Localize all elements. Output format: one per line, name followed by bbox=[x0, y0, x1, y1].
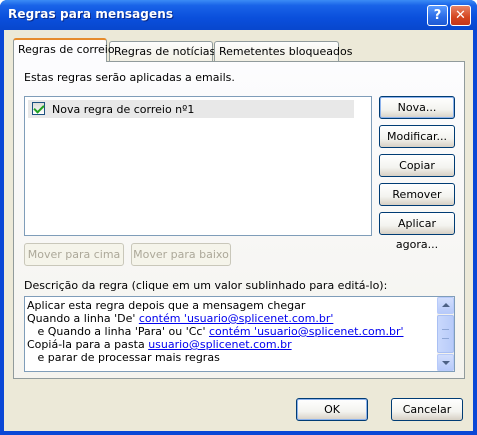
description-text: Quando a linha 'De' bbox=[27, 312, 139, 325]
to-cc-condition-link[interactable]: contém 'usuario@splicenet.com.br' bbox=[209, 325, 404, 338]
move-down-button[interactable]: Mover para baixo bbox=[131, 243, 231, 266]
description-line: Quando a linha 'De' contém 'usuario@spli… bbox=[27, 312, 333, 325]
close-button[interactable]: ✕ bbox=[450, 5, 471, 26]
cancel-button[interactable]: Cancelar bbox=[391, 398, 463, 421]
apply-now-button[interactable]: Aplicar agora... bbox=[379, 212, 455, 251]
vertical-scrollbar[interactable] bbox=[437, 297, 454, 371]
description-line: e parar de processar mais regras bbox=[27, 351, 220, 364]
dialog-body: Regras de correio Regras de notícias Rem… bbox=[4, 30, 473, 431]
tab-blocked-senders[interactable]: Remetentes bloqueados bbox=[214, 41, 352, 62]
description-text: Copiá-la para a pasta bbox=[27, 338, 149, 351]
scroll-down-arrow-icon[interactable] bbox=[437, 354, 454, 371]
rule-description-box: Aplicar esta regra depois que a mensagem… bbox=[24, 296, 455, 372]
rule-enabled-checkbox[interactable] bbox=[32, 102, 45, 115]
description-line: Copiá-la para a pasta usuario@splicenet.… bbox=[27, 338, 292, 351]
rule-description-label: Descrição da regra (clique em um valor s… bbox=[24, 279, 388, 292]
description-line: e Quando a linha 'Para' ou 'Cc' contém '… bbox=[27, 325, 404, 338]
from-condition-link[interactable]: contém 'usuario@splicenet.com.br' bbox=[139, 312, 334, 325]
message-rules-dialog: Regras para mensagens ? ✕ Regras de corr… bbox=[0, 0, 477, 435]
ok-button[interactable]: OK bbox=[296, 398, 368, 421]
rules-intro-text: Estas regras serão aplicadas a emails. bbox=[24, 71, 235, 84]
new-rule-button[interactable]: Nova... bbox=[379, 96, 455, 119]
tab-news-rules[interactable]: Regras de notícias bbox=[109, 41, 215, 62]
scroll-up-arrow-icon[interactable] bbox=[437, 297, 454, 314]
tab-mail-rules[interactable]: Regras de correio bbox=[13, 38, 115, 62]
copy-rule-button[interactable]: Copiar bbox=[379, 154, 455, 177]
description-line: Aplicar esta regra depois que a mensagem… bbox=[27, 299, 306, 312]
title-bar[interactable]: Regras para mensagens ? ✕ bbox=[0, 0, 477, 30]
modify-rule-button[interactable]: Modificar... bbox=[379, 125, 455, 148]
description-text: e Quando a linha 'Para' ou 'Cc' bbox=[27, 325, 209, 338]
rule-name: Nova regra de correio nº1 bbox=[52, 103, 195, 116]
window-title: Regras para mensagens bbox=[8, 7, 174, 21]
rules-list[interactable]: Nova regra de correio nº1 bbox=[24, 96, 372, 236]
move-up-button[interactable]: Mover para cima bbox=[24, 243, 124, 266]
remove-rule-button[interactable]: Remover bbox=[379, 183, 455, 206]
scroll-thumb[interactable] bbox=[437, 315, 454, 353]
list-item[interactable]: Nova regra de correio nº1 bbox=[28, 100, 354, 118]
help-button[interactable]: ? bbox=[427, 5, 448, 26]
tab-panel-mail-rules: Estas regras serão aplicadas a emails. N… bbox=[13, 61, 465, 379]
target-folder-link[interactable]: usuario@splicenet.com.br bbox=[148, 338, 291, 351]
